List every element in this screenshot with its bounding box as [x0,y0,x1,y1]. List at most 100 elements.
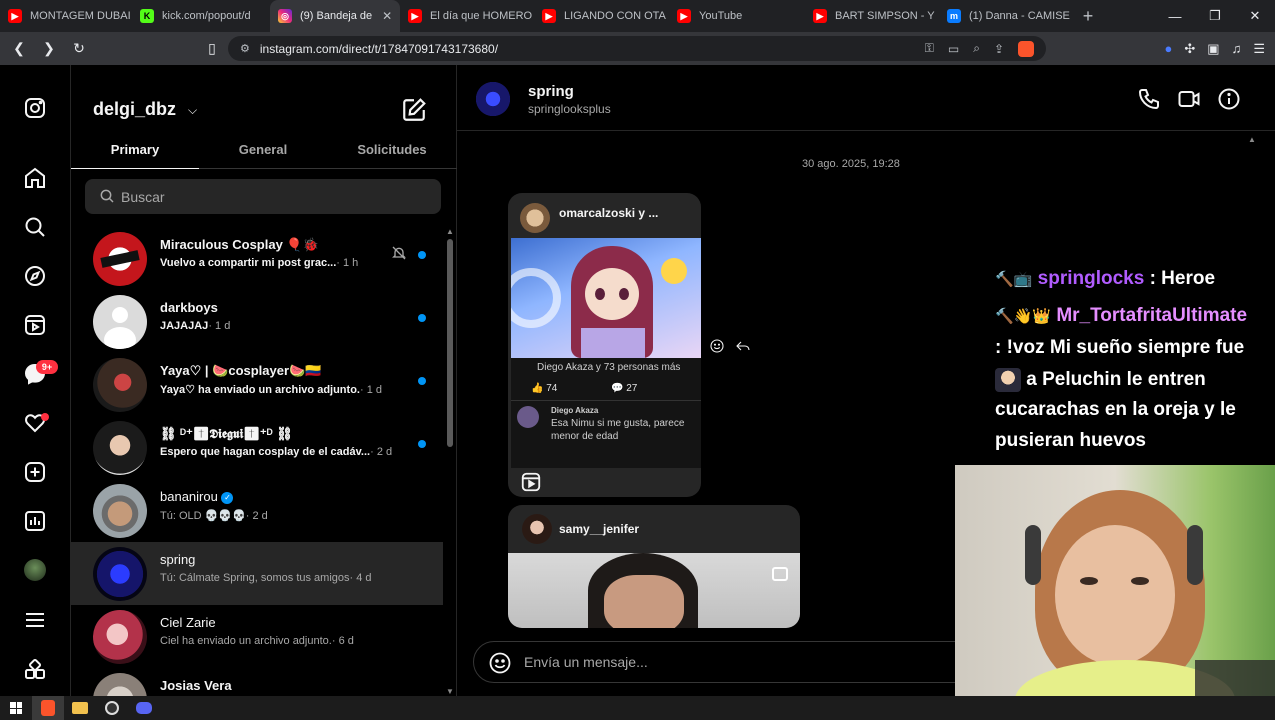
browser-tab-strip: ▶ MONTAGEM DUBAI K kick.com/popout/d ◎ (… [0,0,1275,32]
tab-general[interactable]: General [199,133,327,168]
close-tab-icon[interactable]: ✕ [382,9,392,23]
instagram-logo-icon[interactable] [22,95,48,121]
account-name[interactable]: delgi_dbz [93,99,176,120]
comment-count: 💬 27 [611,383,638,394]
thread-row[interactable]: Ciel Zarie Ciel ha enviado un archivo ad… [71,605,443,668]
video-call-icon[interactable] [1177,87,1201,111]
thread-row[interactable]: Yaya♡ | 🍉cosplayer🍉🇨🇴 Yaya♡ ha enviado u… [71,353,443,416]
obs-icon[interactable] [96,696,128,720]
address-bar[interactable]: ⚙ instagram.com/direct/t/178470917431736… [228,36,1046,61]
zoom-icon[interactable]: ⌕ [973,41,980,56]
vpn-icon[interactable]: ● [1165,41,1173,56]
tab-title: kick.com/popout/d [162,10,251,22]
unread-dot [418,314,426,322]
cast-icon[interactable]: ▭ [948,42,959,56]
conversation-name[interactable]: spring [528,83,574,100]
profile-avatar-icon[interactable] [22,557,48,583]
apps-icon[interactable] [22,657,48,683]
thread-name: darkboys [160,300,218,315]
avatar [93,484,147,538]
reload-icon[interactable]: ↻ [66,36,92,62]
post-author: omarcalzoski y ... [559,206,659,220]
windows-start-icon[interactable] [0,696,32,720]
search-icon[interactable] [22,214,48,240]
phone-icon[interactable] [1137,87,1161,111]
search-input[interactable]: Buscar [85,179,441,214]
reply-icon[interactable] [735,338,751,354]
scroll-up-icon[interactable]: ▲ [446,227,454,236]
reels-icon[interactable] [22,312,48,338]
tab-title: YouTube [699,10,743,22]
react-emoji-icon[interactable] [709,338,725,354]
chat-username: Mr_TortafritaUltimate [1056,305,1248,326]
media-icon[interactable]: ♫ [1232,41,1242,56]
inbox-scrollbar[interactable]: ▲ ▼ [446,227,454,696]
thread-row-selected[interactable]: spring Tú: Cálmate Spring, somos tus ami… [71,542,443,605]
avatar [520,203,550,233]
browser-tab[interactable]: ▶ YouTube [669,0,805,32]
create-icon[interactable] [22,459,48,485]
file-explorer-icon[interactable] [64,696,96,720]
browser-tab[interactable]: ▶ MONTAGEM DUBAI [0,0,132,32]
browser-tab[interactable]: ▶ LIGANDO CON OTA [534,0,669,32]
thread-row[interactable]: ⛓ ᴰ⁺✝𝕯𝖎𝖊𝖌𝖚𝖎✝⁺ᴰ ⛓ Espero que hagan cospla… [71,416,443,479]
preview-text: Tú: Cálmate Spring, somos tus amigos [160,572,350,584]
shared-post[interactable]: samy__jenifer [508,505,800,628]
comment-author: Diego Akaza [551,406,599,415]
minimize-button[interactable]: — [1155,0,1195,32]
emote-icon [995,368,1021,392]
shared-post[interactable]: omarcalzoski y ... Diego Akaza y 73 pers… [508,193,701,497]
key-icon[interactable]: ⚿ [925,41,934,56]
extensions-icon[interactable]: ✣ [1184,41,1195,57]
bookmark-icon[interactable]: ▯ [199,35,225,61]
menu-icon[interactable]: ☰ [1253,41,1265,57]
share-icon[interactable]: ⇪ [994,42,1004,56]
home-icon[interactable] [22,165,48,191]
thread-preview: Ciel ha enviado un archivo adjunto.· 6 d [160,635,354,647]
youtube-icon: ▶ [408,9,422,23]
chevron-down-icon[interactable]: ⌵ [188,103,197,118]
tab-requests[interactable]: Solicitudes [327,133,457,168]
thread-row[interactable]: Josias Vera [71,668,443,696]
browser-tab[interactable]: m (1) Danna - CAMISE [939,0,1073,32]
avatar[interactable] [473,79,513,119]
sidebar-icon[interactable]: ▣ [1207,41,1219,57]
emoji-icon[interactable] [488,651,512,675]
restore-button[interactable]: ❐ [1195,0,1235,32]
site-settings-icon[interactable]: ⚙ [240,42,250,55]
browser-tab[interactable]: ▶ BART SIMPSON - Y [805,0,939,32]
avatar [93,547,147,601]
scrollbar-thumb[interactable] [447,239,453,447]
more-menu-icon[interactable] [22,607,48,633]
brave-taskbar-icon[interactable] [32,696,64,720]
discord-icon[interactable] [128,696,160,720]
tab-primary[interactable]: Primary [71,133,199,169]
browser-tab[interactable]: ▶ El día que HOMERO [400,0,534,32]
brave-shields-icon[interactable] [1018,40,1034,57]
post-likes-line: Diego Akaza y 73 personas más [537,362,681,373]
info-icon[interactable] [1217,87,1241,111]
scroll-up-icon[interactable]: ▲ [1248,135,1256,144]
browser-toolbar: ❮ ❯ ↻ ▯ ⚙ instagram.com/direct/t/1784709… [0,32,1275,65]
thread-row[interactable]: darkboys JAJAJAJ· 1 d [71,290,443,353]
browser-tab[interactable]: ◎ (9) Bandeja de ✕ [270,0,400,32]
post-caption: Diego Akaza y 73 personas más 👍 74 💬 27 … [511,358,701,468]
browser-tab[interactable]: K kick.com/popout/d [132,0,270,32]
scroll-down-icon[interactable]: ▼ [446,687,454,696]
close-window-button[interactable]: ✕ [1235,0,1275,32]
new-tab-button[interactable]: + [1073,6,1103,27]
forward-icon[interactable]: ❯ [36,36,62,62]
back-icon[interactable]: ❮ [6,36,32,62]
explore-icon[interactable] [22,263,48,289]
chat-message: : !voz Mi sueño siempre fue [995,337,1245,358]
dashboard-icon[interactable] [22,508,48,534]
chat-username: springlocks [1037,268,1145,289]
thread-row[interactable]: Miraculous Cosplay 🎈🐞 Vuelvo a compartir… [71,227,443,290]
preview-text: Espero que hagan cosplay de el cadáv... [160,446,371,458]
youtube-icon: ▶ [542,9,556,23]
compose-icon[interactable] [401,97,427,123]
thread-name: spring [160,552,196,567]
thread-preview: Espero que hagan cosplay de el cadáv...·… [160,446,392,458]
thread-row[interactable]: bananirou ✓ Tú: OLD 💀💀💀· 2 d [71,479,443,542]
thread-time: · 1 h [336,257,359,269]
